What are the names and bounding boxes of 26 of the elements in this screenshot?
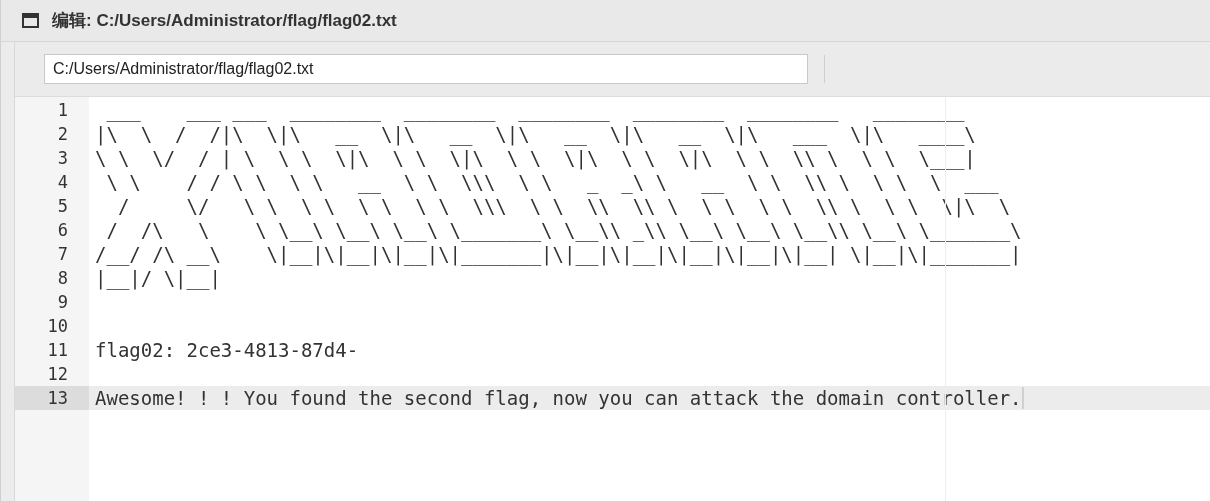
window-title: 编辑: C:/Users/Administrator/flag/flag02.txt bbox=[52, 10, 397, 32]
code-line: / /\ \ \ \__\ \__\ \__\ \_______\ \__\\ _\\ \__\ \__\ \__\\ \__\ \_______\ bbox=[105, 218, 1022, 242]
line-number: 8 bbox=[56, 267, 69, 290]
code-line: ___ ___ ___ ________ ________ ________ ________ ________ ________ bbox=[105, 98, 965, 122]
code-line: \ \ \/ / | \ \ \ \|\ \ \ \|\ \ \ \|\ \ \ \|\ \ \ \\ \ \ \ \___| bbox=[95, 146, 976, 170]
line-number: 13 bbox=[15, 386, 89, 410]
line-number: 1 bbox=[56, 99, 69, 122]
path-field[interactable]: C:/Users/Administrator/flag/flag02.txt bbox=[44, 54, 808, 84]
window-icon bbox=[22, 13, 39, 28]
code-line: /__/ /\ __\ \|__|\|__|\|__|\|_______|\|__|\|__|\|__|\|__|\|__| \|__|\|_______| bbox=[95, 242, 1022, 266]
line-number: 7 bbox=[56, 243, 69, 266]
code-line: |\ \ / /|\ \|\ __ \|\ __ \|\ __ \|\ __ \|\ ___ \|\ ____\ bbox=[95, 122, 976, 146]
line-number: 2 bbox=[56, 123, 69, 146]
line-number: 6 bbox=[56, 219, 69, 242]
line-number: 9 bbox=[56, 291, 69, 314]
code-line: / \/ \ \ \ \ \ \ \ \ \\\ \ \ \\ \\ \ \ \ \ \ \\ \ \ \ \|\ \ bbox=[116, 194, 1011, 218]
line-number: 10 bbox=[46, 315, 69, 338]
line-number: 4 bbox=[56, 171, 69, 194]
code-line: |__|/ \|__| bbox=[95, 266, 221, 290]
line-number: 11 bbox=[46, 339, 69, 362]
line-number: 12 bbox=[46, 363, 69, 386]
line-number: 5 bbox=[56, 195, 69, 218]
line-number: 3 bbox=[56, 147, 69, 170]
code-line: flag02: 2ce3-4813-87d4- bbox=[95, 338, 359, 362]
code-line: \ \ / / \ \ \ \ __ \ \ \\\ \ \ _ _\ \ __ \ \ \\ \ \ \ \ ___ bbox=[105, 170, 999, 194]
code-line: Awesome! ! ! You found the second flag, now you can attack the domain controller. bbox=[95, 386, 1022, 410]
